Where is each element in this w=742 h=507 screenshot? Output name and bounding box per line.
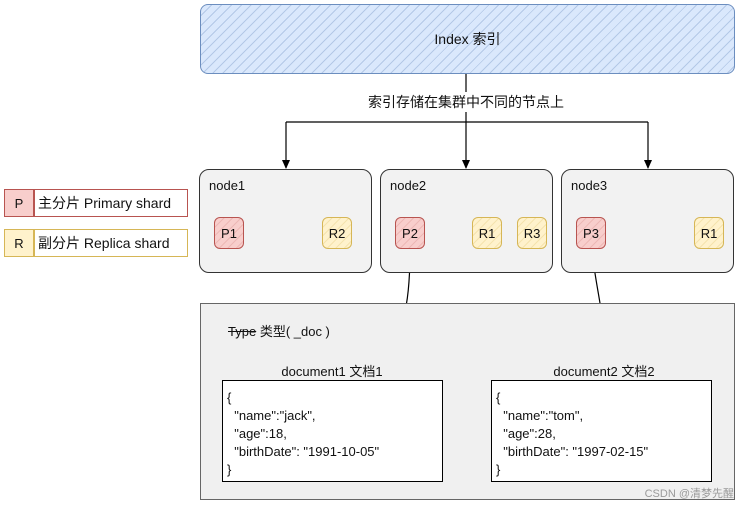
document1-line: "birthDate": "1991-10-05" xyxy=(227,444,380,459)
type-label: Type 类型( _doc ) xyxy=(228,321,330,340)
shard-r3: R3 xyxy=(517,217,547,249)
shard-r1: R1 xyxy=(472,217,502,249)
legend-primary-text: 主分片 Primary shard xyxy=(34,189,188,217)
edge-label: 索引存储在集群中不同的节点上 xyxy=(300,92,632,112)
shard-p3: P3 xyxy=(576,217,606,249)
shard-p2: P2 xyxy=(395,217,425,249)
watermark: CSDN @清梦先醒 xyxy=(644,488,734,500)
type-text: 类型( _doc ) xyxy=(259,324,330,339)
legend-replica-text: 副分片 Replica shard xyxy=(34,229,188,257)
shard-r1: R1 xyxy=(694,217,724,249)
document1-title: document1 文档1 xyxy=(262,361,402,380)
shard-r2: R2 xyxy=(322,217,352,249)
document1-line: "age":18, xyxy=(227,426,287,441)
legend-primary-code: P xyxy=(4,189,34,217)
document1-box: { "name":"jack", "age":18, "birthDate": … xyxy=(222,380,443,482)
node-label: node1 xyxy=(209,178,246,193)
index-label: Index 索引 xyxy=(434,31,501,47)
document2-box: { "name":"tom", "age":28, "birthDate": "… xyxy=(491,380,712,482)
document2-line: } xyxy=(496,462,501,477)
document2-line: "name":"tom", xyxy=(496,408,584,423)
legend-replica-code: R xyxy=(4,229,34,257)
node-label: node2 xyxy=(390,178,427,193)
document1-line: { xyxy=(227,390,232,405)
document2-line: { xyxy=(496,390,501,405)
document1-line: "name":"jack", xyxy=(227,408,316,423)
index-box: Index 索引 xyxy=(200,4,735,74)
shard-p1: P1 xyxy=(214,217,244,249)
document2-title: document2 文档2 xyxy=(534,361,674,380)
document2-line: "birthDate": "1997-02-15" xyxy=(496,444,649,459)
type-struck-text: Type xyxy=(228,324,257,339)
document2-line: "age":28, xyxy=(496,426,556,441)
node-label: node3 xyxy=(571,178,608,193)
document1-line: } xyxy=(227,462,232,477)
